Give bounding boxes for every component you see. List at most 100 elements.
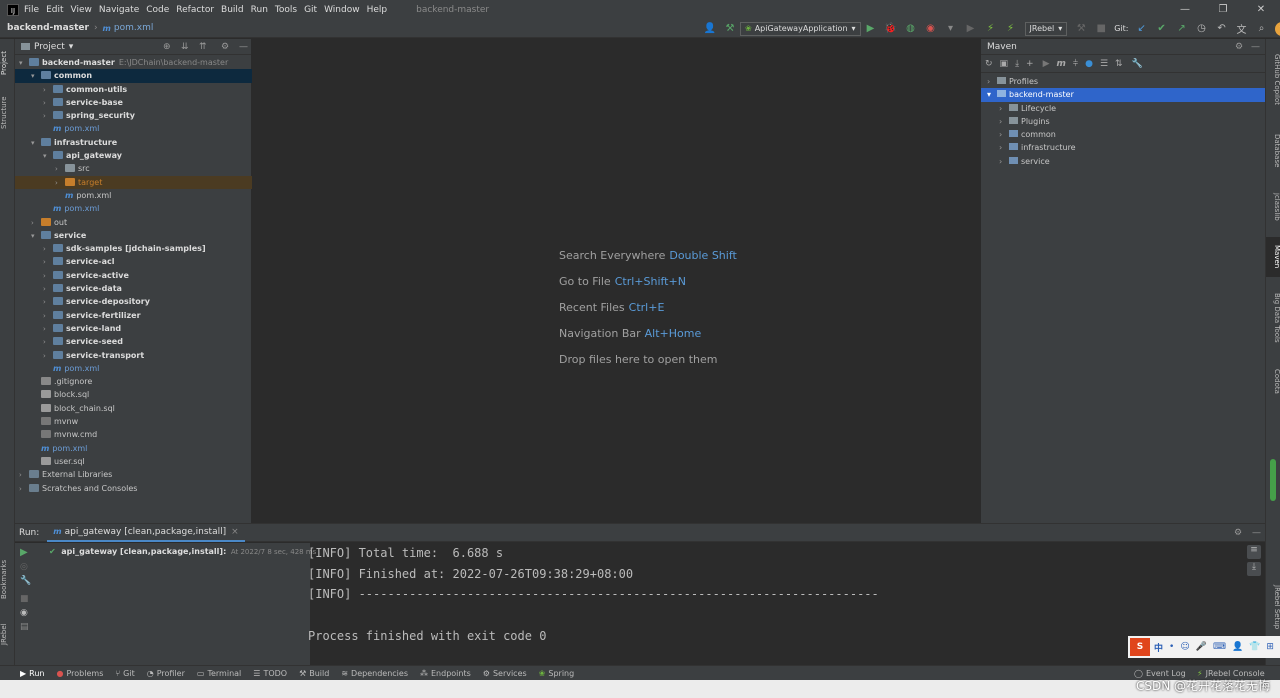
hide-icon[interactable]: — bbox=[1252, 528, 1261, 538]
expand-all-icon[interactable]: ⇊ bbox=[181, 42, 189, 52]
status-endpoints-tab[interactable]: ⁂ Endpoints bbox=[420, 669, 471, 678]
generate-sources-icon[interactable]: ▣ bbox=[1000, 59, 1009, 69]
menu-file[interactable]: File bbox=[24, 5, 39, 15]
tree-row-service-depository[interactable]: › service-depository bbox=[15, 295, 252, 308]
collapse-all-icon[interactable]: ⇅ bbox=[1115, 59, 1123, 69]
search-icon[interactable]: ⌕ bbox=[1255, 22, 1269, 36]
tree-row-service-active[interactable]: › service-active bbox=[15, 269, 252, 282]
maven-row-plugins[interactable]: › Plugins bbox=[981, 115, 1265, 128]
stop-icon[interactable]: ■ bbox=[1094, 22, 1108, 36]
bookmarks-tool-tab[interactable]: Bookmarks bbox=[0, 554, 15, 604]
jrebel-setup-tab[interactable]: JRebel Setup bbox=[1266, 579, 1280, 635]
console-output[interactable]: [INFO] Total time: 6.688 s [INFO] Finish… bbox=[308, 543, 879, 646]
tree-row-common-utils[interactable]: › common-utils bbox=[15, 83, 252, 96]
filter-icon[interactable]: ◎ bbox=[20, 562, 35, 572]
tree-row-sdk-samples[interactable]: › sdk-samples [jdchain-samples] bbox=[15, 242, 252, 255]
tree-row-common[interactable]: ▾ common bbox=[15, 69, 252, 83]
menu-help[interactable]: Help bbox=[367, 5, 388, 15]
status-todo-tab[interactable]: ☰ TODO bbox=[253, 669, 287, 678]
translate-icon[interactable]: 文 bbox=[1235, 22, 1249, 36]
download-icon[interactable]: ⤓ bbox=[1015, 59, 1019, 69]
stop-icon[interactable]: ■ bbox=[20, 594, 35, 604]
tree-row-service-acl[interactable]: › service-acl bbox=[15, 255, 252, 268]
menu-run[interactable]: Run bbox=[251, 5, 268, 15]
tree-row-pom[interactable]: m pom.xml bbox=[15, 202, 252, 215]
tree-row-backend-master[interactable]: ▾ backend-master E:\JDChain\backend-master bbox=[15, 56, 252, 69]
tree-row-pom[interactable]: m pom.xml bbox=[15, 442, 252, 455]
status-terminal-tab[interactable]: ▭ Terminal bbox=[197, 669, 241, 678]
breadcrumb-file[interactable]: pom.xml bbox=[114, 23, 153, 33]
tree-row-block-sql[interactable]: block.sql bbox=[15, 388, 252, 401]
jrebel-debug-icon[interactable]: ⚡ bbox=[1004, 22, 1018, 36]
tree-row-out[interactable]: › out bbox=[15, 216, 252, 229]
locate-icon[interactable]: ⊕ bbox=[163, 42, 171, 52]
tree-row-pom[interactable]: m pom.xml bbox=[15, 189, 252, 202]
chevron-down-icon[interactable]: ▾ bbox=[69, 42, 74, 52]
gear-icon[interactable]: ⚙ bbox=[1235, 42, 1243, 52]
menu-edit[interactable]: Edit bbox=[46, 5, 63, 15]
menu-navigate[interactable]: Navigate bbox=[99, 5, 139, 15]
update-icon[interactable]: ↑ bbox=[1274, 21, 1280, 36]
debug-icon[interactable]: 🐞 bbox=[884, 22, 898, 36]
git-push-icon[interactable]: ↗ bbox=[1175, 22, 1189, 36]
tree-row-pom[interactable]: m pom.xml bbox=[15, 362, 252, 375]
status-dependencies-tab[interactable]: ≋ Dependencies bbox=[341, 669, 408, 678]
tree-row-pom[interactable]: m pom.xml bbox=[15, 122, 252, 135]
coverage-icon[interactable]: ◍ bbox=[904, 22, 918, 36]
punctuation-icon[interactable]: • bbox=[1169, 642, 1174, 652]
menu-refactor[interactable]: Refactor bbox=[176, 5, 214, 15]
show-dependencies-icon[interactable]: ☰ bbox=[1100, 59, 1108, 69]
keyboard-icon[interactable]: ⌨ bbox=[1213, 642, 1226, 652]
wrench-icon[interactable]: 🔧 bbox=[1132, 59, 1143, 69]
status-services-tab[interactable]: ⚙ Services bbox=[483, 669, 527, 678]
status-git-tab[interactable]: ⑂ Git bbox=[115, 669, 134, 678]
status-build-tab[interactable]: ⚒ Build bbox=[299, 669, 329, 678]
tree-row-spring-security[interactable]: › spring_security bbox=[15, 109, 252, 122]
status-problems-tab[interactable]: ● Problems bbox=[57, 669, 104, 678]
github-copilot-tab[interactable]: GitHub Copilot bbox=[1266, 45, 1280, 115]
status-profiler-tab[interactable]: ◔ Profiler bbox=[147, 669, 185, 678]
close-icon[interactable]: × bbox=[231, 527, 239, 537]
history-icon[interactable]: ◷ bbox=[1195, 22, 1209, 36]
tree-row-service-transport[interactable]: › service-transport bbox=[15, 349, 252, 362]
minimize-icon[interactable]: — bbox=[1166, 0, 1204, 19]
structure-tool-tab[interactable]: Structure bbox=[0, 89, 15, 137]
status-run-tab[interactable]: ▶ Run bbox=[20, 669, 45, 678]
menu-build[interactable]: Build bbox=[221, 5, 244, 15]
menu-window[interactable]: Window bbox=[324, 5, 360, 15]
gear-icon[interactable]: ⚙ bbox=[221, 42, 229, 52]
big-data-tools-tab[interactable]: Big Data Tools bbox=[1266, 287, 1280, 349]
close-icon[interactable]: ✕ bbox=[1242, 0, 1280, 19]
skin-icon[interactable]: 👕 bbox=[1249, 642, 1260, 652]
tree-row-scratches[interactable]: › Scratches and Consoles bbox=[15, 482, 252, 495]
gear-icon[interactable]: ⚙ bbox=[1234, 528, 1242, 538]
run-tree-item[interactable]: ✔ api_gateway [clean,package,install]: A… bbox=[49, 547, 316, 556]
jclasslib-tab[interactable]: jclasslib bbox=[1266, 184, 1280, 229]
scroll-to-end-icon[interactable]: ⤓ bbox=[1247, 562, 1261, 576]
tree-row-service[interactable]: ▾ service bbox=[15, 229, 252, 242]
microphone-icon[interactable]: 🎤 bbox=[1196, 642, 1207, 652]
editor-area[interactable]: Search Everywhere Double Shift Go to File… bbox=[252, 39, 980, 523]
ime-mode[interactable]: 中 bbox=[1154, 641, 1163, 654]
tree-row-target[interactable]: › target bbox=[15, 175, 252, 189]
run-icon[interactable]: ▶ bbox=[1043, 59, 1050, 69]
tree-row-block-chain-sql[interactable]: block_chain.sql bbox=[15, 402, 252, 415]
more-run-icon[interactable]: ▾ bbox=[944, 22, 958, 36]
codota-tab[interactable]: Codota bbox=[1266, 361, 1280, 401]
camera-icon[interactable]: ▤ bbox=[20, 622, 35, 632]
execute-goal-icon[interactable]: m bbox=[1057, 59, 1066, 69]
tree-row-gitignore[interactable]: .gitignore bbox=[15, 375, 252, 388]
jrebel-tool-tab[interactable]: JRebel bbox=[0, 614, 15, 654]
git-update-icon[interactable]: ↙ bbox=[1135, 22, 1149, 36]
maven-row-service[interactable]: › service bbox=[981, 155, 1265, 168]
menu-git[interactable]: Git bbox=[304, 5, 317, 15]
collapse-all-icon[interactable]: ⇈ bbox=[199, 42, 207, 52]
hide-icon[interactable]: — bbox=[1251, 42, 1260, 52]
tree-row-src[interactable]: › src bbox=[15, 162, 252, 175]
run-config-select[interactable]: ❀ ApiGatewayApplication ▾ bbox=[740, 21, 861, 36]
status-spring-tab[interactable]: ❀ Spring bbox=[539, 669, 575, 678]
run-tab[interactable]: m api_gateway [clean,package,install] × bbox=[47, 524, 245, 542]
reload-icon[interactable]: ↻ bbox=[985, 59, 993, 69]
maven-row-infrastructure[interactable]: › infrastructure bbox=[981, 141, 1265, 154]
tree-row-external-libraries[interactable]: › External Libraries bbox=[15, 468, 252, 481]
